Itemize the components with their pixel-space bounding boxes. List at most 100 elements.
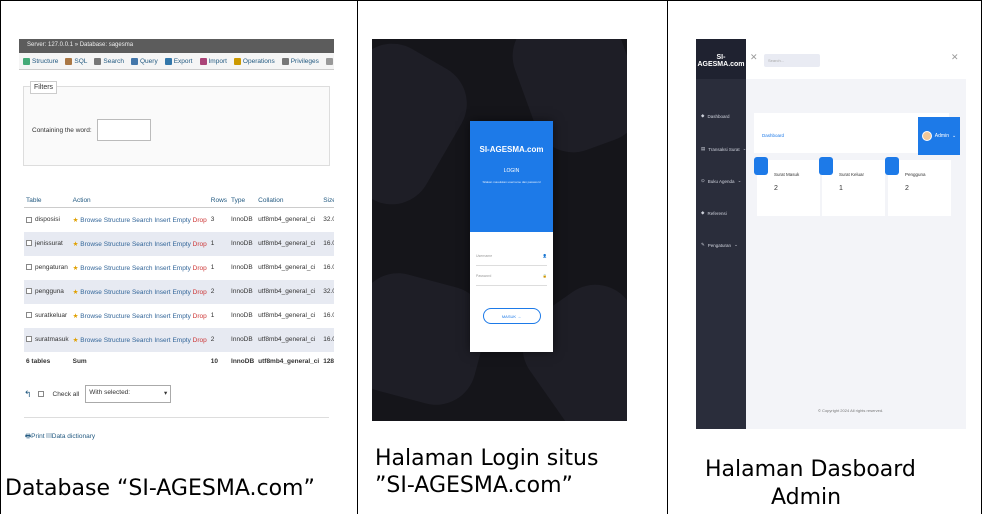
table-summary-row: 6 tables Sum 10 InnoDB utf8mb4_general_ci 128… [26,358,334,365]
action-insert[interactable]: Insert [154,241,170,248]
col-header[interactable]: Collation [256,194,322,208]
filter-input[interactable] [96,119,151,141]
action-drop[interactable]: Drop [193,241,207,248]
tab-export[interactable]: Export [164,57,193,65]
action-browse[interactable]: Browse [80,217,102,224]
action-search[interactable]: Search [132,265,153,272]
action-search[interactable]: Search [132,289,153,296]
action-drop[interactable]: Drop [193,313,207,320]
action-search[interactable]: Search [132,313,153,320]
tab-routines[interactable]: Routines [325,57,334,65]
tab-icon [281,57,289,65]
chevron-down-icon: ⌄ [734,242,738,247]
stat-card[interactable]: Pengguna 2 [885,157,951,216]
tab-query[interactable]: Query [131,57,158,65]
search-input[interactable]: Search... [764,54,820,67]
row-checkbox[interactable] [26,288,32,295]
action-search[interactable]: Search [132,217,153,224]
chevron-down-icon: ⌄ [737,178,742,183]
action-drop[interactable]: Drop [193,337,207,344]
action-insert[interactable]: Insert [154,217,170,224]
data-dictionary-link[interactable]: Data dictionary [52,433,95,440]
cell-type: InnoDB [231,312,253,319]
tab-import[interactable]: Import [199,57,227,65]
username-field[interactable]: Username 👤 [476,246,547,266]
action-insert[interactable]: Insert [154,313,170,320]
action-browse[interactable]: Browse [80,241,102,248]
tab-privileges[interactable]: Privileges [281,57,319,65]
action-structure[interactable]: Structure [104,313,130,320]
action-insert[interactable]: Insert [154,337,170,344]
col-header[interactable]: Rows [208,194,230,208]
table-name[interactable]: disposisi [35,216,60,223]
stat-card[interactable]: Surat Masuk 2 [754,157,820,216]
action-empty[interactable]: Empty [172,265,190,272]
action-empty[interactable]: Empty [172,241,190,248]
action-empty[interactable]: Empty [172,217,190,224]
card-icon [754,157,768,175]
login-brand: SI-AGESMA.com [479,145,544,154]
cell-coll: utf8mb4_general_ci [256,279,322,304]
action-structure[interactable]: Structure [104,289,130,296]
tab-sql[interactable]: SQL [65,57,87,65]
sidebar-item-dashboard[interactable]: ◆ Dashboard [696,99,746,133]
close-icon[interactable]: ✕ [951,52,959,63]
col-header[interactable]: Size [321,194,334,208]
admin-menu[interactable]: Admin ⌄ [918,117,960,155]
action-browse[interactable]: Browse [80,289,102,296]
table-name[interactable]: suratmasuk [35,336,69,343]
login-subtitle: Silakan masukkan username dan password [482,180,541,184]
action-insert[interactable]: Insert [154,265,170,272]
action-structure[interactable]: Structure [104,265,130,272]
col-header[interactable]: Action [70,194,209,208]
action-structure[interactable]: Structure [104,241,130,248]
row-checkbox[interactable] [26,216,32,223]
action-browse[interactable]: Browse [80,337,102,344]
sidebar-item-transaksi-surat[interactable]: ▤ Transaksi Surat ⌄ [696,133,746,165]
bulk-actions: ↰ Check all With selected: ▾ [24,385,172,403]
tab-operations[interactable]: Operations [233,57,275,65]
stat-card[interactable]: Surat Keluar 1 [819,157,885,216]
with-selected-select[interactable]: With selected: ▾ [85,385,172,403]
table-name[interactable]: jenissurat [35,240,63,247]
tab-icon [199,57,207,65]
action-structure[interactable]: Structure [104,217,130,224]
col-header[interactable]: Table [24,194,71,208]
row-checkbox[interactable] [26,312,32,319]
sidebar-item-pengaturan[interactable]: ✎ Pengaturan ⌄ [696,229,746,261]
login-button[interactable]: MASUK → [482,308,541,324]
action-empty[interactable]: Empty [172,313,190,320]
table-name[interactable]: pengaturan [35,264,68,271]
action-browse[interactable]: Browse [80,265,102,272]
table-row: jenissurat ★ Browse Structure Search Inse… [24,231,334,256]
print-link[interactable]: Print [31,433,44,440]
cell-size: 16.0 KiB [323,264,334,271]
action-insert[interactable]: Insert [154,289,170,296]
action-search[interactable]: Search [132,337,153,344]
sidebar-item-buku-agenda[interactable]: ⊙ Buku Agenda ⌄ [696,165,746,197]
action-drop[interactable]: Drop [193,289,207,296]
check-all-checkbox[interactable] [37,391,44,397]
action-structure[interactable]: Structure [104,337,130,344]
action-drop[interactable]: Drop [193,265,207,272]
table-name[interactable]: suratkeluar [35,312,67,319]
nav-icon: ⊙ [701,178,705,183]
row-checkbox[interactable] [26,264,32,271]
action-empty[interactable]: Empty [172,289,190,296]
row-checkbox[interactable] [26,336,32,343]
col-header[interactable]: Type [229,194,257,208]
sidebar-item-referensi[interactable]: ◆ Referensi [696,197,746,229]
cell-rows: 1 [210,312,215,319]
row-checkbox[interactable] [26,240,32,247]
cell-coll: utf8mb4_general_ci [256,231,322,256]
action-empty[interactable]: Empty [172,337,190,344]
password-field[interactable]: Password 🔒 [476,266,547,286]
tab-structure[interactable]: Structure [23,57,58,65]
action-search[interactable]: Search [132,241,153,248]
action-drop[interactable]: Drop [193,217,207,224]
table-name[interactable]: pengguna [35,288,64,295]
tab-search[interactable]: Search [94,57,124,65]
check-all-label[interactable]: Check all [53,391,80,398]
action-browse[interactable]: Browse [80,313,102,320]
menu-toggle-icon[interactable]: ✕ [750,52,758,63]
